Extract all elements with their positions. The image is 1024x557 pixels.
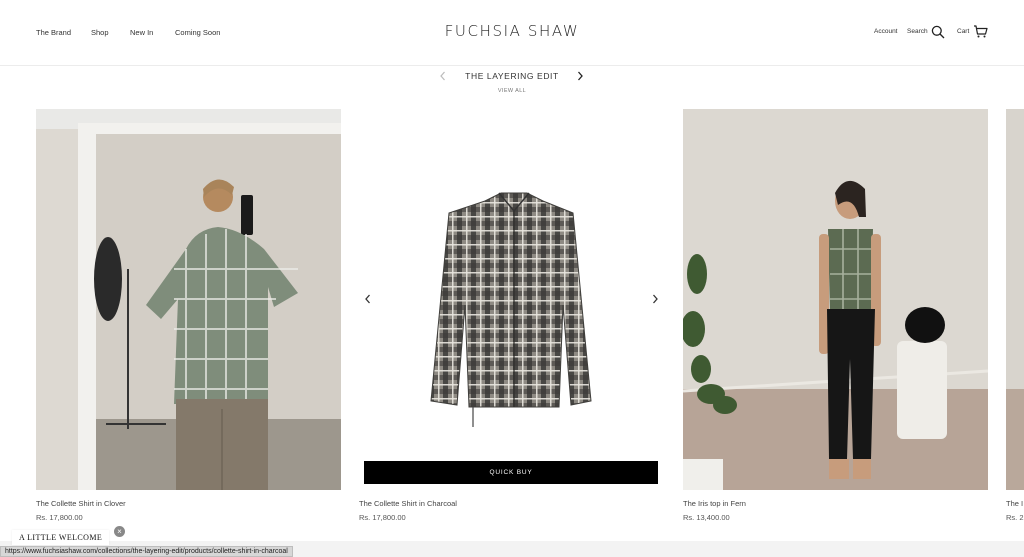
brand-logo-text[interactable]: FUCHSIA SHAW [445, 22, 580, 40]
product-card[interactable]: QUICK BUY The Collette Shirt in Charcoal… [359, 109, 664, 522]
image-next-arrow[interactable] [650, 293, 660, 305]
product-photo-mirror-selfie [36, 109, 341, 490]
product-name[interactable]: The Collette Shirt in Clover [36, 499, 126, 508]
cart-icon[interactable] [973, 25, 988, 38]
browser-status-url: https://www.fuchsiashaw.com/collections/… [0, 546, 293, 557]
product-photo-partial [1006, 109, 1024, 490]
quick-buy-button[interactable]: QUICK BUY [364, 461, 658, 484]
product-image[interactable]: QUICK BUY [359, 109, 664, 490]
product-price: Rs. 17,800.00 [359, 513, 406, 522]
product-image[interactable] [36, 109, 341, 490]
product-price: Rs. 13,400.00 [683, 513, 730, 522]
product-photo-charcoal-shirt [430, 192, 592, 427]
cart-link[interactable]: Cart [957, 28, 969, 35]
collection-next-arrow[interactable] [575, 70, 585, 82]
product-card[interactable]: The Collette Shirt in Clover Rs. 17,800.… [36, 109, 341, 522]
product-name[interactable]: The Collette Shirt in Charcoal [359, 499, 457, 508]
product-price: Rs. 2 [1006, 513, 1024, 522]
close-icon[interactable]: × [114, 526, 125, 537]
product-card[interactable]: The Iris top in Fern Rs. 13,400.00 [683, 109, 988, 522]
welcome-popup-tab[interactable]: A LITTLE WELCOME [12, 530, 110, 545]
collection-title: THE LAYERING EDIT [465, 71, 559, 81]
search-icon[interactable] [931, 25, 945, 39]
product-name[interactable]: The Iris top in Fern [683, 499, 746, 508]
search-link[interactable]: Search [907, 28, 928, 35]
image-prev-arrow[interactable] [363, 293, 373, 305]
site-header: The Brand Shop New In Coming Soon FUCHSI… [0, 0, 1024, 66]
product-image[interactable] [683, 109, 988, 490]
collection-header: THE LAYERING EDIT VIEW ALL [0, 68, 1024, 98]
product-price: Rs. 17,800.00 [36, 513, 83, 522]
product-image[interactable] [1006, 109, 1024, 490]
view-all-link[interactable]: VIEW ALL [0, 88, 1024, 94]
product-card[interactable]: The I Rs. 2 [1006, 109, 1024, 529]
product-photo-iris-top [683, 109, 988, 490]
product-name[interactable]: The I [1006, 499, 1023, 508]
brand-logo: FUCHSIA SHAW [0, 22, 1024, 40]
account-link[interactable]: Account [874, 28, 898, 35]
